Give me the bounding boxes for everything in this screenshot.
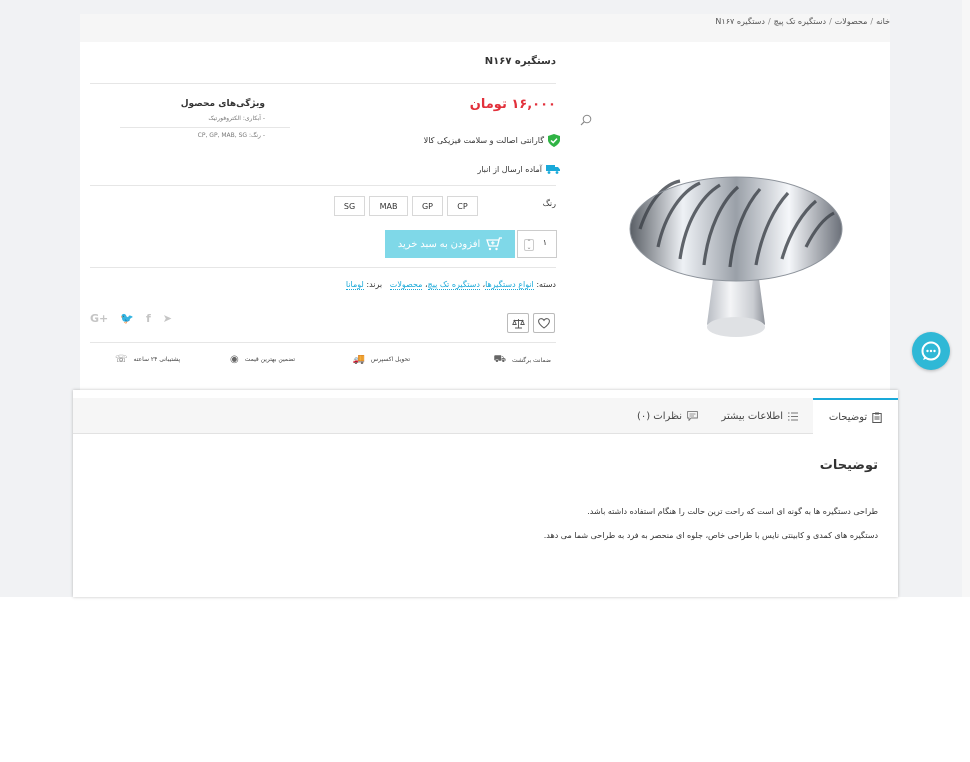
social-share: G+ 🐦 f ➤ <box>90 312 172 325</box>
color-option-gp[interactable]: GP <box>412 196 443 216</box>
breadcrumb-home[interactable]: خانه <box>876 17 890 26</box>
description-title: توضیحات <box>819 458 878 473</box>
category-link[interactable]: انواع دستگیرها <box>485 280 534 290</box>
color-label: رنگ <box>542 199 556 208</box>
best-price-icon: ◉ <box>230 354 239 365</box>
product-price: ۱۶,۰۰۰ تومان <box>469 97 556 112</box>
divider <box>90 342 556 343</box>
color-option-mab[interactable]: MAB <box>369 196 408 216</box>
breadcrumb-current: دستگیره N۱۶۷ <box>715 17 765 26</box>
twitter-icon[interactable]: 🐦 <box>120 312 134 325</box>
tab-label: نظرات (۰) <box>636 410 682 422</box>
product-meta: دسته: انواع دستگیرها، دستگیره تک پیچ، مح… <box>345 280 556 290</box>
cart-plus-icon <box>486 237 503 251</box>
benefit-item: تضمین بهترین قیمت ◉ <box>230 354 295 365</box>
truck-icon <box>546 165 560 174</box>
benefit-label: ضمانت برگشت <box>512 357 551 364</box>
features-title: ویژگی‌های محصول <box>180 99 265 109</box>
category-label: دسته: <box>536 280 556 289</box>
quantity-stepper[interactable]: ⌃ ⌄ <box>524 239 534 251</box>
divider <box>90 185 556 186</box>
features-box: ویژگی‌های محصول - آبکاری: الکتروفورتیک -… <box>120 99 290 149</box>
compare-button[interactable] <box>507 313 529 333</box>
breadcrumb-products[interactable]: محصولات <box>835 17 868 26</box>
tab-label: اطلاعات بیشتر <box>721 410 783 422</box>
category-link[interactable]: دستگیره تک پیچ <box>427 280 480 290</box>
chat-widget-button[interactable] <box>912 332 950 370</box>
color-option-sg[interactable]: SG <box>334 196 365 216</box>
feature-item: - آبکاری: الکتروفورتیک <box>208 115 265 122</box>
description-paragraph: دستگیره های کمدی و کابینتی نایس با طراحی… <box>543 531 878 540</box>
category-link[interactable]: محصولات <box>389 280 423 290</box>
breadcrumb-separator: / <box>829 17 832 26</box>
support-icon: ☏ <box>115 354 128 365</box>
description-paragraph: طراحی دستگیره ها به گونه ای است که راحت … <box>587 507 878 516</box>
express-delivery-icon: 🚚 <box>352 354 365 365</box>
divider <box>120 127 290 128</box>
tab-bar: توضیحات اطلاعات بیشتر نظرات (۰) <box>73 398 898 435</box>
shield-check-icon <box>548 134 560 147</box>
zoom-icon[interactable] <box>580 114 592 126</box>
wishlist-button[interactable] <box>533 313 555 333</box>
page-scroll-gutter <box>962 0 970 597</box>
clipboard-icon <box>872 412 882 423</box>
quantity-field[interactable]: ⌃ ⌄ ۱ <box>517 230 557 258</box>
benefit-item: ضمانت برگشت ⛟ <box>493 354 551 367</box>
breadcrumb-separator: / <box>870 17 874 26</box>
quantity-value[interactable]: ۱ <box>543 238 547 247</box>
list-icon <box>788 412 798 420</box>
product-card: خانه/محصولات/دستگیره تک پیچ/دستگیره N۱۶۷… <box>80 14 890 390</box>
heart-icon <box>538 317 550 329</box>
divider <box>90 267 556 268</box>
benefit-label: پشتیبانی ۲۴ ساعته <box>133 356 181 363</box>
product-image[interactable] <box>620 159 850 359</box>
color-option-cp[interactable]: CP <box>447 196 478 216</box>
breadcrumb-category[interactable]: دستگیره تک پیچ <box>774 17 826 26</box>
benefit-item: پشتیبانی ۲۴ ساعته ☏ <box>115 354 180 365</box>
product-title: دستگیره N۱۶۷ <box>484 56 556 67</box>
chat-bubble-icon <box>921 341 941 361</box>
facebook-icon[interactable]: f <box>146 312 151 325</box>
brand-link[interactable]: لومانا <box>345 280 364 290</box>
telegram-icon[interactable]: ➤ <box>163 312 172 325</box>
stock-note: آماده ارسال از انبار <box>477 164 560 174</box>
breadcrumb-separator: / <box>767 17 771 26</box>
scale-icon <box>511 318 525 328</box>
add-to-cart-button[interactable]: افزودن به سبد خرید <box>385 230 515 258</box>
brand-label: برند: <box>366 280 383 289</box>
tab-label: توضیحات <box>828 412 868 423</box>
benefit-label: تضمین بهترین قیمت <box>244 356 296 363</box>
return-guarantee-icon: ⛟ <box>493 354 507 365</box>
tab-more-info[interactable]: اطلاعات بیشتر <box>721 398 798 434</box>
product-tabs-panel: توضیحات اطلاعات بیشتر نظرات (۰) توضیحات … <box>73 390 898 597</box>
guarantee-text: گارانتی اصالت و سلامت فیزیکی کالا <box>423 136 544 145</box>
guarantee-note: گارانتی اصالت و سلامت فیزیکی کالا <box>424 134 560 147</box>
tab-description[interactable]: توضیحات <box>813 398 898 435</box>
add-to-cart-label: افزودن به سبد خرید <box>397 238 481 250</box>
google-plus-icon[interactable]: G+ <box>90 312 108 325</box>
benefit-item: تحویل اکسپرس 🚚 <box>352 354 410 365</box>
benefit-label: تحویل اکسپرس <box>370 356 410 363</box>
breadcrumb: خانه/محصولات/دستگیره تک پیچ/دستگیره N۱۶۷ <box>80 14 890 42</box>
stock-text: آماده ارسال از انبار <box>477 164 542 174</box>
tab-reviews[interactable]: نظرات (۰) <box>637 398 698 434</box>
comment-icon <box>687 411 698 421</box>
divider <box>90 83 556 84</box>
feature-item: - رنگ: CP, GP, MAB, SG <box>197 132 265 139</box>
